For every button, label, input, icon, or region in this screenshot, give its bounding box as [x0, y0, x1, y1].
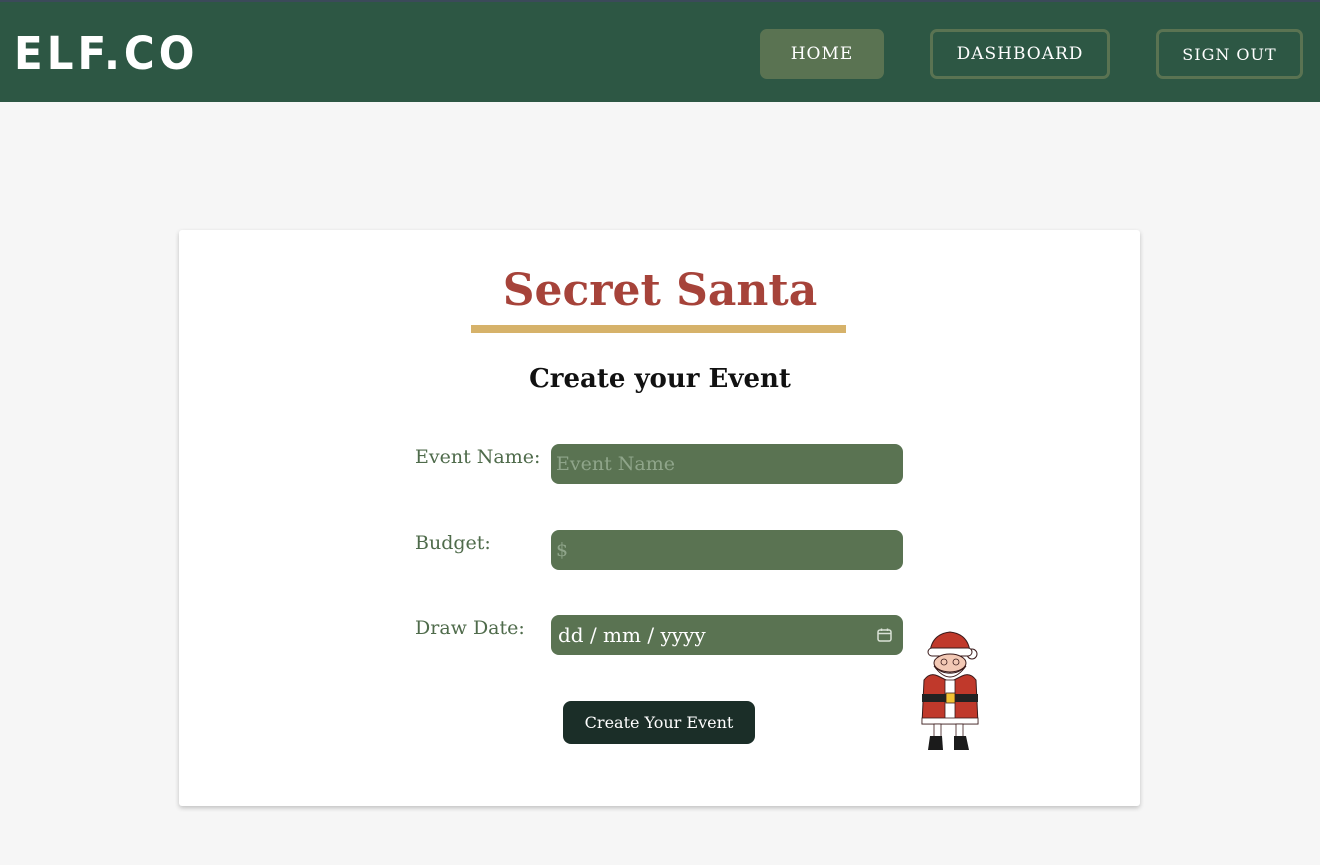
top-navbar: ELF.CO HOME DASHBOARD SIGN OUT [0, 0, 1320, 102]
event-name-input[interactable]: Event Name [551, 444, 903, 484]
nav-home-button[interactable]: HOME [760, 29, 884, 79]
draw-date-label: Draw Date: [415, 617, 525, 639]
create-event-button[interactable]: Create Your Event [563, 701, 755, 744]
calendar-icon[interactable] [877, 628, 892, 642]
nav-dashboard-button[interactable]: DASHBOARD [930, 29, 1110, 79]
brand-logo[interactable]: ELF.CO [14, 26, 198, 82]
page-title: Secret Santa [502, 265, 818, 316]
budget-input[interactable]: $ [551, 530, 903, 570]
form-heading: Create your Event [529, 364, 791, 394]
event-name-label: Event Name: [415, 446, 541, 468]
event-name-placeholder: Event Name [556, 453, 675, 475]
draw-date-placeholder: dd / mm / yyyy [558, 623, 706, 647]
title-underline [471, 325, 846, 333]
sign-out-button[interactable]: SIGN OUT [1156, 29, 1303, 79]
draw-date-input[interactable]: dd / mm / yyyy [551, 615, 903, 655]
budget-placeholder: $ [556, 539, 569, 561]
budget-label: Budget: [415, 532, 491, 554]
santa-illustration [921, 631, 979, 750]
